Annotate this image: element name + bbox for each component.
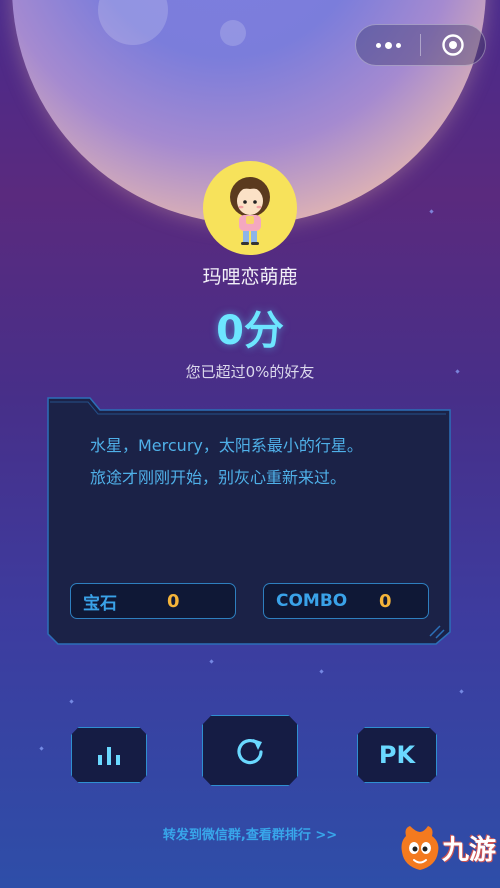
target-close-icon — [442, 34, 464, 56]
combo-stat-box: COMBO 0 — [263, 583, 429, 619]
combo-label: COMBO — [276, 591, 348, 611]
planet-description: 水星，Mercury，太阳系最小的行星。 旅途才刚刚开始，别灰心重新来过。 — [90, 430, 440, 494]
watermark-text: 九游 — [442, 835, 496, 866]
star-decoration — [429, 209, 434, 214]
more-menu-button[interactable] — [356, 25, 420, 65]
gem-value: 0 — [167, 590, 180, 612]
gem-stat-box: 宝石 0 — [70, 583, 236, 619]
star-decoration — [39, 746, 44, 751]
score-value: 0分 — [216, 308, 284, 354]
more-dots-icon — [375, 42, 381, 48]
mascot-icon — [401, 826, 439, 870]
description-line: 水星，Mercury，太阳系最小的行星。 — [90, 436, 363, 455]
star-decoration — [459, 689, 464, 694]
girl-avatar-icon — [230, 177, 270, 245]
star-decoration — [319, 669, 324, 674]
result-panel: 水星，Mercury，太阳系最小的行星。 旅途才刚刚开始，别灰心重新来过。 宝石… — [44, 396, 454, 646]
star-decoration — [209, 659, 214, 664]
description-line: 旅途才刚刚开始，别灰心重新来过。 — [90, 468, 347, 487]
pk-label: PK — [378, 741, 416, 769]
restart-button[interactable] — [202, 715, 298, 786]
friend-rank-text: 您已超过0%的好友 — [185, 363, 315, 381]
gem-label: 宝石 — [83, 593, 117, 614]
bar-chart-icon — [98, 747, 120, 765]
miniprogram-capsule — [355, 24, 486, 66]
star-decoration — [69, 699, 74, 704]
avatar — [203, 161, 297, 255]
crater — [220, 20, 246, 46]
crater — [98, 0, 168, 45]
restart-icon — [237, 738, 263, 764]
leaderboard-button[interactable] — [71, 727, 147, 783]
jiuyou-logo: 九游 — [398, 822, 498, 874]
pk-button[interactable]: PK — [357, 727, 437, 783]
player-name: 玛哩恋萌鹿 — [202, 266, 298, 288]
combo-value: 0 — [379, 590, 392, 612]
close-miniprogram-button[interactable] — [421, 25, 485, 65]
